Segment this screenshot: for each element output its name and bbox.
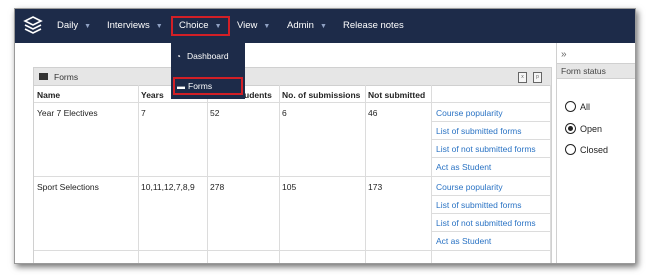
nav-daily-label: Daily (57, 20, 79, 31)
dashboard-icon: ◔ (176, 52, 181, 61)
row-divider (431, 231, 551, 232)
forms-panel-title: Forms (54, 72, 79, 82)
top-navbar: Daily ▼ Interviews ▼ Choice ▼ View ▼ Admin ▼ … (15, 9, 635, 43)
form-years: 7 (141, 108, 146, 118)
submitted-forms-link[interactable]: List of submitted forms (436, 126, 522, 136)
nav-choice[interactable]: Choice ▼ (171, 16, 230, 36)
column-divider (207, 85, 208, 263)
forms-panel-header: Forms x p (34, 68, 551, 86)
form-students: 278 (210, 182, 225, 192)
row-divider (431, 213, 551, 214)
nav-release-notes[interactable]: Release notes (343, 9, 404, 43)
row-divider (431, 157, 551, 158)
menu-item-label: Dashboard (187, 51, 229, 61)
expand-chevron-icon[interactable]: » (561, 49, 567, 60)
form-status-title: Form status (561, 66, 606, 76)
form-status-sidebar: » Form status All Open Closed (556, 43, 635, 263)
column-divider (279, 85, 280, 263)
radio-button-selected[interactable] (565, 123, 576, 135)
column-header-years: Years (141, 90, 164, 100)
app-logo-icon[interactable] (23, 15, 43, 37)
form-not-submitted: 46 (368, 108, 378, 118)
export-pdf-icon[interactable]: p (533, 72, 542, 83)
row-divider (34, 176, 551, 177)
nav-release-notes-label: Release notes (343, 20, 404, 31)
course-popularity-link[interactable]: Course popularity (436, 182, 503, 192)
column-header-not-submitted: Not submitted (368, 90, 426, 100)
caret-down-icon: ▼ (84, 23, 92, 30)
status-option-label: All (580, 102, 591, 112)
form-not-submitted: 173 (368, 182, 383, 192)
menu-item-label: Forms (188, 81, 213, 91)
radio-button[interactable] (565, 101, 576, 113)
row-divider (34, 102, 551, 103)
not-submitted-forms-link[interactable]: List of not submitted forms (436, 218, 536, 228)
column-divider (550, 85, 551, 263)
caret-down-icon: ▼ (155, 23, 163, 30)
row-divider (34, 250, 551, 251)
row-divider (431, 121, 551, 122)
status-option-label: Open (580, 124, 603, 134)
act-as-student-link[interactable]: Act as Student (436, 162, 491, 172)
table-icon (39, 73, 48, 80)
column-divider (138, 85, 139, 263)
act-as-student-link[interactable]: Act as Student (436, 236, 491, 246)
nav-admin-label: Admin (287, 20, 314, 31)
status-option-open[interactable]: Open (565, 122, 602, 136)
form-status-header: Form status (557, 63, 635, 79)
nav-admin[interactable]: Admin ▼ (287, 9, 327, 43)
caret-down-icon: ▼ (214, 23, 222, 30)
caret-down-icon: ▼ (319, 23, 327, 30)
menu-item-forms[interactable]: ▬ Forms (173, 77, 243, 95)
nav-choice-label: Choice (179, 20, 209, 31)
form-submissions: 6 (282, 108, 287, 118)
nav-view-label: View (237, 20, 258, 31)
form-years: 10,11,12,7,8,9 (141, 182, 195, 192)
nav-interviews-label: Interviews (107, 20, 150, 31)
not-submitted-forms-link[interactable]: List of not submitted forms (436, 144, 536, 154)
menu-item-dashboard[interactable]: ◔ Dashboard (176, 49, 229, 63)
column-header-submissions: No. of submissions (282, 90, 361, 100)
status-option-label: Closed (580, 145, 609, 155)
course-popularity-link[interactable]: Course popularity (436, 108, 503, 118)
submitted-forms-link[interactable]: List of submitted forms (436, 200, 522, 210)
status-option-all[interactable]: All (565, 100, 590, 114)
row-divider (431, 195, 551, 196)
table-icon: ▬ (177, 82, 185, 91)
nav-daily[interactable]: Daily ▼ (57, 9, 91, 43)
caret-down-icon: ▼ (263, 23, 271, 30)
form-name: Sport Selections (37, 182, 99, 192)
forms-panel: Forms x p Name Years No. of students No.… (33, 67, 552, 263)
app-window: Daily ▼ Interviews ▼ Choice ▼ View ▼ Admin ▼ … (14, 8, 636, 264)
status-option-closed[interactable]: Closed (565, 143, 608, 157)
choice-dropdown-menu: ◔ Dashboard ▬ Forms (171, 43, 245, 99)
form-submissions: 105 (282, 182, 297, 192)
nav-interviews[interactable]: Interviews ▼ (107, 9, 163, 43)
row-divider (431, 139, 551, 140)
column-divider (431, 85, 432, 263)
radio-button[interactable] (565, 144, 576, 156)
form-students: 52 (210, 108, 220, 118)
column-header-name: Name (37, 90, 61, 100)
column-divider (365, 85, 366, 263)
form-name: Year 7 Electives (37, 108, 98, 118)
nav-view[interactable]: View ▼ (237, 9, 270, 43)
export-excel-icon[interactable]: x (518, 72, 527, 83)
